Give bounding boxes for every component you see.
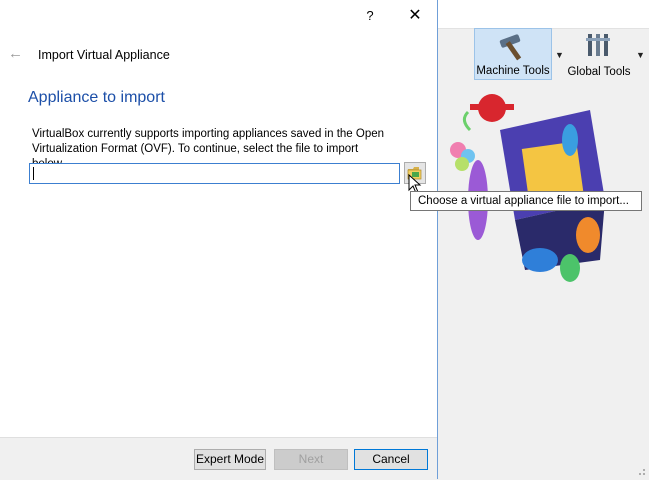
machine-tools-label: Machine Tools xyxy=(476,65,550,77)
global-tools-dropdown-arrow[interactable]: ▼ xyxy=(636,50,646,60)
close-button[interactable]: ✕ xyxy=(400,6,430,26)
expert-mode-button[interactable]: Expert Mode xyxy=(194,449,266,470)
browse-tooltip: Choose a virtual appliance file to impor… xyxy=(410,191,642,211)
machine-tools-icon xyxy=(499,34,522,61)
dialog-footer: Expert Mode Next Cancel xyxy=(0,437,437,480)
global-tools-button[interactable]: Global Tools xyxy=(566,28,632,80)
wizard-title: Import Virtual Appliance xyxy=(38,48,170,62)
global-tools-label: Global Tools xyxy=(567,66,631,78)
dialog-titlebar: ? ✕ xyxy=(0,0,437,32)
appliance-file-input[interactable] xyxy=(29,163,400,184)
virtualbox-mascot-image xyxy=(450,94,605,282)
help-button[interactable]: ? xyxy=(356,6,384,26)
machine-tools-button[interactable]: Machine Tools xyxy=(474,28,552,80)
global-tools-icon xyxy=(586,34,610,56)
resize-grip-icon[interactable] xyxy=(636,466,646,476)
next-button[interactable]: Next xyxy=(274,449,348,470)
cancel-button[interactable]: Cancel xyxy=(354,449,428,470)
import-appliance-dialog: ? ✕ ← Import Virtual Appliance Appliance… xyxy=(0,0,438,480)
back-arrow-icon[interactable]: ← xyxy=(8,46,24,62)
text-caret xyxy=(33,167,34,180)
machine-tools-dropdown-arrow[interactable]: ▼ xyxy=(555,50,565,60)
page-heading: Appliance to import xyxy=(28,89,165,106)
manager-titlebar xyxy=(438,0,649,29)
